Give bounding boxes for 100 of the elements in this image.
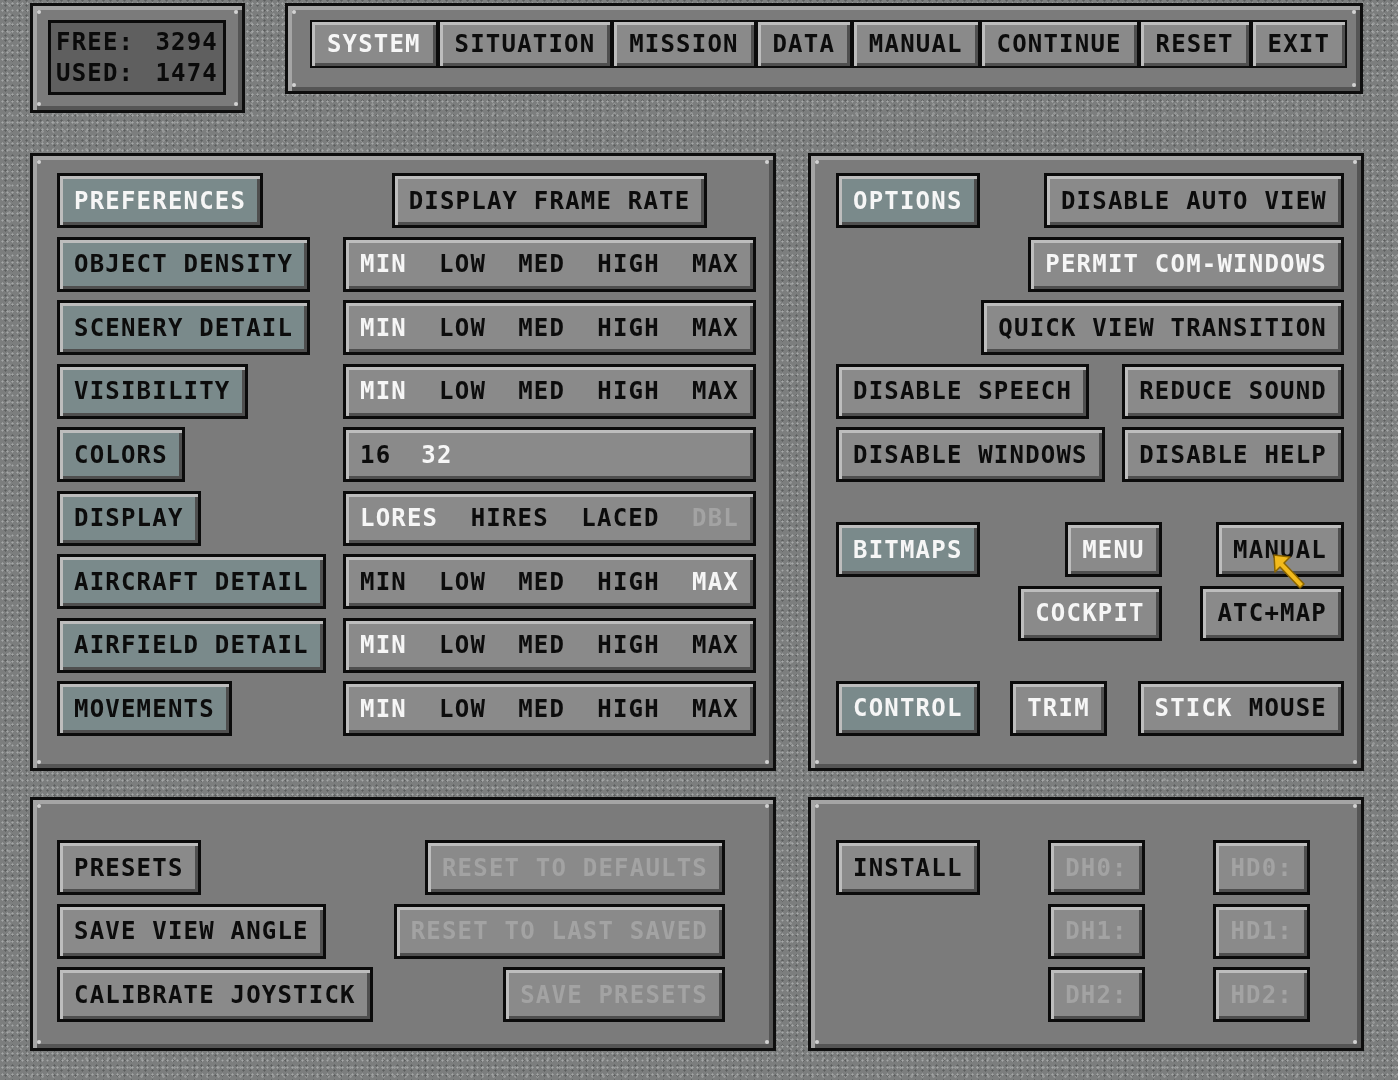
option-item[interactable]: MED [518, 696, 566, 721]
screw-icon [1353, 160, 1357, 164]
toggle-button[interactable]: ATC+MAP [1200, 585, 1344, 641]
screw-icon [37, 1040, 41, 1044]
option-item[interactable]: LOW [439, 569, 487, 594]
option-item[interactable]: MED [518, 315, 566, 340]
option-item[interactable]: LACED [581, 506, 660, 530]
setting-button[interactable]: DISPLAY [57, 490, 201, 546]
option-item[interactable]: MAX [692, 252, 739, 276]
nav-tab[interactable]: MANUAL [853, 22, 978, 66]
toggle-button[interactable]: DISPLAY FRAME RATE [391, 173, 708, 228]
toggle-button[interactable]: REDUCE SOUND [1122, 363, 1344, 419]
screw-icon [1352, 83, 1356, 87]
action-button[interactable]: INSTALL [836, 840, 980, 895]
toggle-button[interactable]: TRIM [1010, 680, 1107, 736]
action-button[interactable]: SAVE VIEW ANGLE [57, 903, 326, 959]
memory-value: 3294 [155, 30, 218, 54]
option-item[interactable]: LORES [360, 506, 439, 530]
screw-icon [765, 760, 769, 764]
screw-icon [815, 804, 819, 808]
option-item[interactable]: MIN [360, 315, 407, 340]
option-item[interactable]: MIN [360, 569, 407, 594]
nav-tab[interactable]: SYSTEM [312, 22, 436, 66]
screw-icon [1353, 804, 1357, 808]
nav-tab[interactable]: CONTINUE [981, 22, 1137, 66]
toggle-button[interactable]: DISABLE SPEECH [836, 363, 1090, 419]
memory-label: FREE: [56, 30, 135, 54]
setting-button[interactable]: MOVEMENTS [57, 681, 232, 736]
screw-icon [37, 10, 41, 14]
option-item[interactable]: HIGH [597, 569, 660, 594]
option-item[interactable]: MIN [360, 633, 407, 657]
section-button[interactable]: BITMAPS [836, 522, 980, 577]
option-item[interactable]: LOW [439, 379, 487, 403]
toggle-button[interactable]: PERMIT COM-WINDOWS [1028, 236, 1344, 292]
toggle-button[interactable]: QUICK VIEW TRANSITION [981, 300, 1344, 355]
option-item[interactable]: 16 [360, 442, 392, 467]
section-button[interactable]: OPTIONS [836, 173, 980, 228]
option-item[interactable]: LOW [439, 315, 487, 340]
action-button[interactable]: CALIBRATE JOYSTICK [57, 967, 373, 1022]
option-item[interactable]: MAX [692, 379, 739, 403]
toggle-button[interactable]: MANUAL [1216, 522, 1344, 577]
screw-icon [815, 1040, 819, 1044]
setting-button[interactable]: COLORS [57, 427, 185, 482]
option-item[interactable]: MED [518, 379, 566, 403]
setting-button[interactable]: AIRCRAFT DETAIL [57, 554, 326, 609]
option-item[interactable]: HIGH [597, 379, 660, 403]
option-item[interactable]: HIGH [597, 633, 660, 657]
setting-button[interactable]: SCENERY DETAIL [57, 300, 311, 355]
setting-button[interactable]: OBJECT DENSITY [57, 236, 311, 292]
option-item[interactable]: LOW [439, 696, 487, 721]
option-item[interactable]: MIN [360, 252, 407, 276]
option-item[interactable]: MAX [692, 569, 739, 594]
option-item[interactable]: HIGH [597, 696, 660, 721]
section-button[interactable]: PREFERENCES [57, 173, 264, 228]
action-button[interactable]: PRESETS [57, 840, 201, 895]
screw-icon [292, 10, 296, 14]
toggle-button[interactable]: MENU [1065, 522, 1162, 577]
screw-icon [1352, 10, 1356, 14]
screw-icon [37, 804, 41, 808]
screw-icon [37, 160, 41, 164]
option-item[interactable]: MAX [692, 696, 739, 721]
screw-icon [234, 10, 238, 14]
screw-icon [765, 160, 769, 164]
screw-icon [1353, 1040, 1357, 1044]
section-button[interactable]: CONTROL [836, 680, 980, 736]
screw-icon [815, 160, 819, 164]
setting-button[interactable]: AIRFIELD DETAIL [57, 617, 326, 673]
toggle-button[interactable]: DISABLE AUTO VIEW [1043, 173, 1344, 228]
option-item[interactable]: MIN [360, 696, 407, 721]
option-item[interactable]: STICK [1154, 696, 1233, 720]
screw-icon [1353, 760, 1357, 764]
screw-icon [815, 760, 819, 764]
option-item[interactable]: 32 [421, 442, 453, 467]
toggle-button[interactable]: DISABLE WINDOWS [836, 427, 1105, 482]
nav-tab[interactable]: RESET [1140, 22, 1249, 66]
option-item[interactable]: MOUSE [1248, 696, 1327, 720]
setting-button[interactable]: VISIBILITY [57, 363, 248, 419]
screw-icon [234, 102, 238, 106]
toggle-button[interactable]: COCKPIT [1018, 585, 1162, 641]
screw-icon [765, 804, 769, 808]
screw-icon [765, 1040, 769, 1044]
nav-tab[interactable]: DATA [757, 22, 850, 66]
option-item[interactable]: HIGH [597, 252, 660, 276]
nav-tab[interactable]: SITUATION [439, 22, 611, 66]
memory-value: 1474 [155, 61, 218, 85]
option-item[interactable]: LOW [439, 252, 487, 276]
option-item[interactable]: HIGH [597, 315, 660, 340]
screw-icon [37, 102, 41, 106]
option-item[interactable]: MED [518, 569, 566, 594]
toggle-button[interactable]: DISABLE HELP [1122, 427, 1344, 482]
option-item[interactable]: MIN [360, 379, 407, 403]
nav-tab[interactable]: MISSION [614, 22, 754, 66]
option-item[interactable]: MED [518, 252, 566, 276]
option-item[interactable]: HIRES [470, 506, 549, 530]
option-item[interactable]: MED [518, 633, 566, 657]
memory-label: USED: [56, 61, 135, 85]
option-item[interactable]: LOW [439, 633, 487, 657]
option-item[interactable]: MAX [692, 315, 739, 340]
option-item[interactable]: MAX [692, 633, 739, 657]
nav-tab[interactable]: EXIT [1252, 22, 1345, 66]
